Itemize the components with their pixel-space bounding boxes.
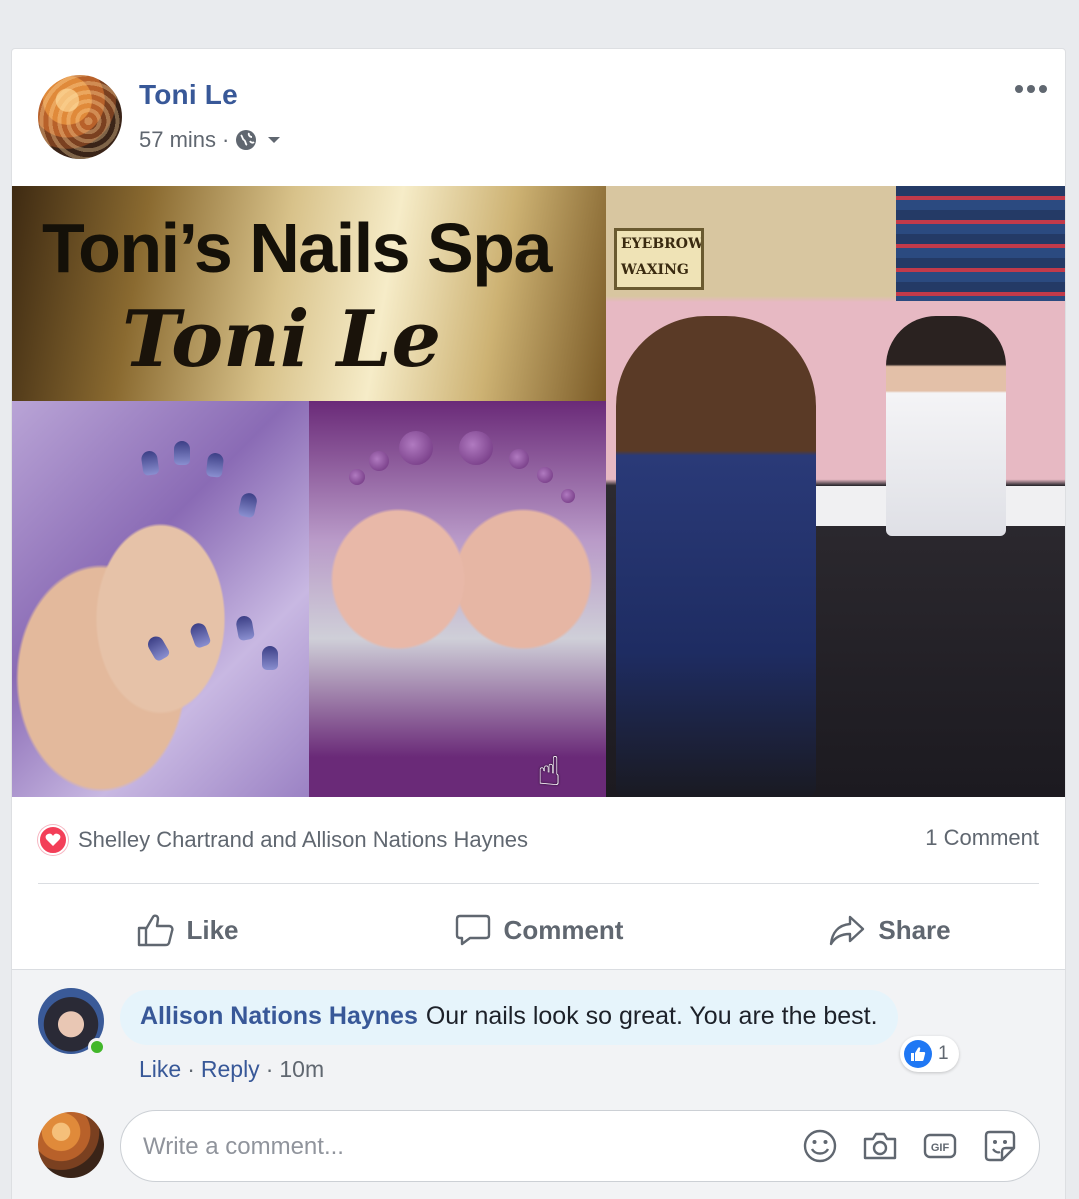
comment-composer[interactable]: GIF [120, 1110, 1040, 1182]
globe-icon[interactable] [235, 129, 257, 151]
comment-count[interactable]: 1 Comment [925, 825, 1039, 851]
sticker-icon[interactable] [981, 1127, 1019, 1165]
sign-line-2: WAXING [621, 262, 689, 278]
current-user-avatar[interactable] [38, 1112, 104, 1178]
post-author-name[interactable]: Toni Le [139, 79, 238, 111]
share-icon [830, 915, 865, 946]
comment-like-count: 1 [938, 1043, 949, 1064]
comment-like-link[interactable]: Like [139, 1056, 181, 1083]
technician-figure [886, 316, 1006, 536]
comment-like-badge[interactable]: 1 [900, 1036, 959, 1072]
waxing-sign: EYEBROW WAXING [614, 228, 704, 290]
banner-subtitle: Toni Le [122, 294, 442, 385]
author-avatar[interactable] [38, 75, 122, 159]
like-button[interactable]: Like [12, 891, 363, 969]
comment-icon [455, 914, 490, 946]
comment-age[interactable]: 10m [279, 1056, 324, 1083]
comments-section: Allison Nations Haynes Our nails look so … [12, 969, 1065, 1199]
comment-separator: · [187, 1056, 195, 1082]
divider [38, 883, 1039, 884]
customer-figure [616, 316, 816, 797]
polish-shelf [896, 186, 1065, 301]
chevron-down-icon[interactable] [267, 135, 281, 145]
meta-separator: · [222, 127, 230, 152]
sign-line-1: EYEBROW [621, 236, 704, 252]
like-reaction-icon [904, 1040, 932, 1068]
svg-text:GIF: GIF [931, 1142, 950, 1154]
comment-bubble: Allison Nations Haynes Our nails look so … [120, 990, 898, 1045]
more-options-icon[interactable] [1015, 85, 1047, 93]
post-photo[interactable]: Toni’s Nails Spa Toni Le EYEBROW WAXING … [12, 186, 1065, 797]
post-card: Toni Le 57 mins · Toni’s Nails Spa Toni … [11, 48, 1066, 1199]
reaction-names[interactable]: Shelley Chartrand and Allison Nations Ha… [78, 827, 528, 853]
post-meta: 57 mins · [139, 127, 281, 153]
post-actions: Like Comment Share [12, 891, 1065, 969]
photo-banner: Toni’s Nails Spa Toni Le [12, 186, 606, 401]
like-label: Like [186, 914, 239, 945]
thumbs-up-icon [138, 914, 175, 947]
composer-icons: GIF [801, 1127, 1019, 1165]
camera-icon[interactable] [861, 1127, 899, 1165]
share-button[interactable]: Share [714, 891, 1065, 969]
commenter-name[interactable]: Allison Nations Haynes [140, 1002, 418, 1030]
salon-image: EYEBROW WAXING [606, 186, 1065, 797]
comment-separator: · [265, 1056, 274, 1082]
love-reaction-icon [38, 825, 68, 855]
online-status-dot [88, 1038, 106, 1056]
comment-input[interactable] [143, 1129, 783, 1165]
comment-text: Our nails look so great. You are the bes… [425, 1002, 878, 1030]
comment-button[interactable]: Comment [363, 891, 714, 969]
banner-title: Toni’s Nails Spa [42, 209, 552, 287]
hand-cursor-icon: ☝ [537, 750, 562, 794]
manicure-image [12, 401, 309, 797]
pedicure-image [309, 401, 606, 797]
emoji-icon[interactable] [801, 1127, 839, 1165]
comment-actions: Like · Reply · 10m [139, 1056, 324, 1083]
post-timestamp[interactable]: 57 mins [139, 127, 216, 153]
reactions-summary[interactable]: Shelley Chartrand and Allison Nations Ha… [38, 825, 528, 855]
share-label: Share [878, 914, 951, 945]
comment-reply-link[interactable]: Reply [201, 1056, 260, 1083]
gif-icon[interactable]: GIF [921, 1127, 959, 1165]
comment-label: Comment [503, 914, 624, 945]
